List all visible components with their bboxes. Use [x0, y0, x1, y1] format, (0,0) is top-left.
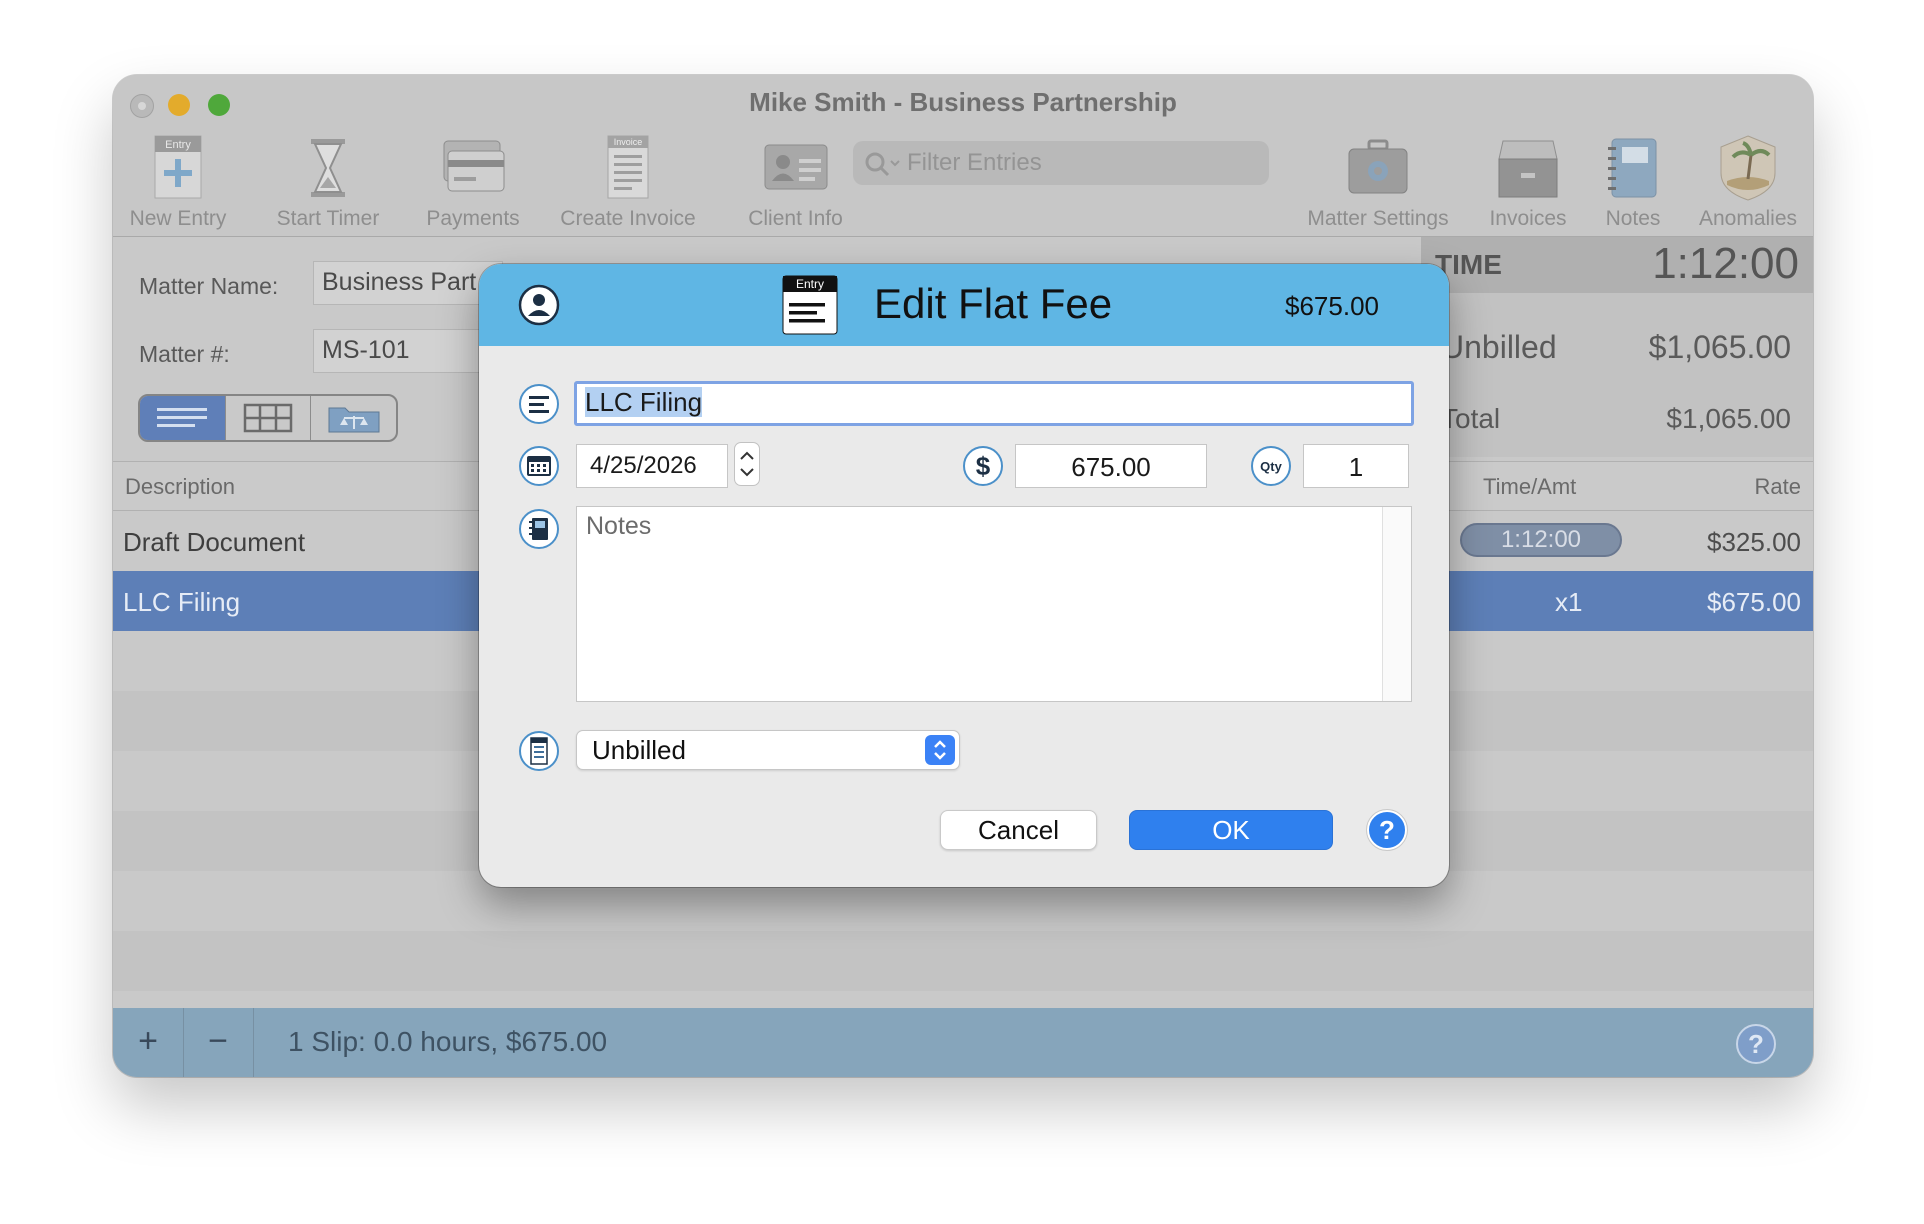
unbilled-value: $1,065.00: [1648, 329, 1791, 365]
timer-pill[interactable]: 1:12:00: [1460, 523, 1622, 557]
invoice-icon: Invoice: [607, 135, 649, 199]
documents-view-button[interactable]: [311, 396, 396, 440]
row-time-amt: x1: [1555, 587, 1583, 617]
matter-number-label: Matter #:: [139, 341, 230, 367]
invoices-button[interactable]: Invoices: [1478, 133, 1578, 231]
notes-scrollbar[interactable]: [1382, 507, 1411, 701]
date-field[interactable]: 4/25/2026: [576, 444, 728, 488]
calendar-icon[interactable]: [518, 445, 560, 487]
notes-label: Notes: [1605, 207, 1661, 230]
help-icon[interactable]: ?: [1735, 1023, 1777, 1065]
svg-text:Invoice: Invoice: [614, 137, 643, 147]
hourglass-icon: [311, 139, 345, 197]
total-label: Total: [1441, 403, 1501, 434]
summary-panel: TIME 1:12:00 Unbilled $1,065.00 Total $1…: [1421, 237, 1813, 457]
edit-flat-fee-dialog: Entry Edit Flat Fee $675.00 LLC Filing 4…: [479, 264, 1449, 887]
svg-text:Entry: Entry: [165, 139, 191, 151]
description-icon: [519, 384, 559, 424]
svg-text:Entry: Entry: [796, 277, 824, 291]
grid-icon: [243, 403, 293, 433]
matter-name-label: Matter Name:: [139, 273, 279, 299]
entry-icon: Entry: [782, 275, 838, 335]
new-entry-button[interactable]: Entry New Entry: [128, 133, 228, 231]
cancel-button[interactable]: Cancel: [940, 810, 1097, 850]
stepper-arrows-icon: [740, 451, 754, 477]
svg-text:$: $: [976, 451, 991, 481]
matter-settings-label: Matter Settings: [1307, 207, 1449, 230]
quantity-icon: Qty: [1251, 446, 1291, 486]
status-bar: + − 1 Slip: 0.0 hours, $675.00 ?: [113, 1008, 1813, 1077]
invoice-icon: [519, 731, 559, 771]
list-icon: [157, 408, 208, 427]
payments-button[interactable]: Payments: [413, 133, 533, 231]
toolbar: Mike Smith - Business Partnership Entry …: [113, 75, 1813, 237]
rate-column-header[interactable]: Rate: [1755, 474, 1801, 500]
ok-button[interactable]: OK: [1129, 810, 1333, 850]
total-value: $1,065.00: [1666, 403, 1791, 434]
matter-settings-button[interactable]: Matter Settings: [1298, 133, 1458, 231]
create-invoice-label: Create Invoice: [560, 207, 696, 230]
filter-placeholder: Filter Entries: [907, 149, 1042, 176]
view-mode-segmented-control: [138, 394, 398, 442]
dialog-header: Entry Edit Flat Fee $675.00: [479, 264, 1449, 346]
dialog-amount: $675.00: [1285, 291, 1379, 321]
svg-text:?: ?: [1748, 1029, 1764, 1059]
client-icon[interactable]: [518, 284, 560, 326]
svg-text:Qty: Qty: [1260, 459, 1282, 474]
list-view-button[interactable]: [140, 396, 226, 440]
credit-card-icon: [443, 140, 505, 192]
slip-summary: 1 Slip: 0.0 hours, $675.00: [288, 1026, 608, 1057]
description-value: LLC Filing: [585, 387, 703, 417]
anomalies-label: Anomalies: [1698, 207, 1798, 230]
row-description: Draft Document: [123, 527, 306, 557]
add-slip-button[interactable]: +: [113, 1008, 184, 1077]
new-entry-label: New Entry: [129, 207, 227, 230]
start-timer-button[interactable]: Start Timer: [263, 133, 393, 231]
select-arrows-icon: [925, 735, 955, 765]
payments-label: Payments: [426, 207, 520, 230]
island-icon: [1720, 135, 1776, 201]
dialog-title: Edit Flat Fee: [874, 280, 1113, 327]
row-rate: $325.00: [1707, 527, 1801, 557]
folder-scales-icon: [328, 407, 380, 433]
grid-view-button[interactable]: [226, 396, 312, 440]
notes-placeholder: Notes: [586, 512, 652, 540]
notes-button[interactable]: Notes: [1593, 133, 1673, 231]
time-amt-column-header[interactable]: Time/Amt: [1483, 474, 1576, 500]
matter-name-field[interactable]: Business Part: [313, 261, 503, 305]
dollar-icon: $: [963, 446, 1003, 486]
search-icon: [865, 152, 900, 177]
row-description: LLC Filing: [123, 587, 241, 617]
start-timer-label: Start Timer: [276, 207, 380, 230]
billing-status-select[interactable]: Unbilled: [576, 730, 960, 770]
filter-search-field[interactable]: Filter Entries: [853, 141, 1269, 185]
amount-field[interactable]: 675.00: [1015, 444, 1207, 488]
client-info-label: Client Info: [748, 207, 843, 230]
briefcase-gear-icon: [1348, 139, 1408, 194]
billing-status-value: Unbilled: [592, 735, 686, 765]
invoices-label: Invoices: [1489, 207, 1567, 230]
notes-field[interactable]: Notes: [576, 506, 1412, 702]
row-rate: $675.00: [1707, 587, 1801, 617]
date-stepper[interactable]: [734, 442, 760, 486]
notebook-icon: [1608, 138, 1657, 198]
description-field[interactable]: LLC Filing: [574, 381, 1414, 426]
help-icon[interactable]: ?: [1366, 809, 1408, 851]
anomalies-button[interactable]: Anomalies: [1688, 133, 1808, 231]
unbilled-label: Unbilled: [1441, 329, 1557, 365]
matter-number-field[interactable]: MS-101: [313, 329, 503, 373]
description-column-header[interactable]: Description: [125, 474, 235, 500]
new-entry-icon: Entry: [154, 135, 202, 199]
time-value: 1:12:00: [1652, 239, 1799, 288]
svg-text:?: ?: [1379, 815, 1395, 845]
notebook-icon: [519, 509, 559, 549]
client-info-button[interactable]: Client Info: [728, 133, 863, 231]
window-title: Mike Smith - Business Partnership: [749, 87, 1177, 117]
contact-card-icon: [764, 144, 827, 190]
quantity-field[interactable]: 1: [1303, 444, 1409, 488]
remove-slip-button[interactable]: −: [183, 1008, 254, 1077]
create-invoice-button[interactable]: Invoice Create Invoice: [548, 133, 708, 231]
file-box-icon: [1498, 140, 1558, 198]
